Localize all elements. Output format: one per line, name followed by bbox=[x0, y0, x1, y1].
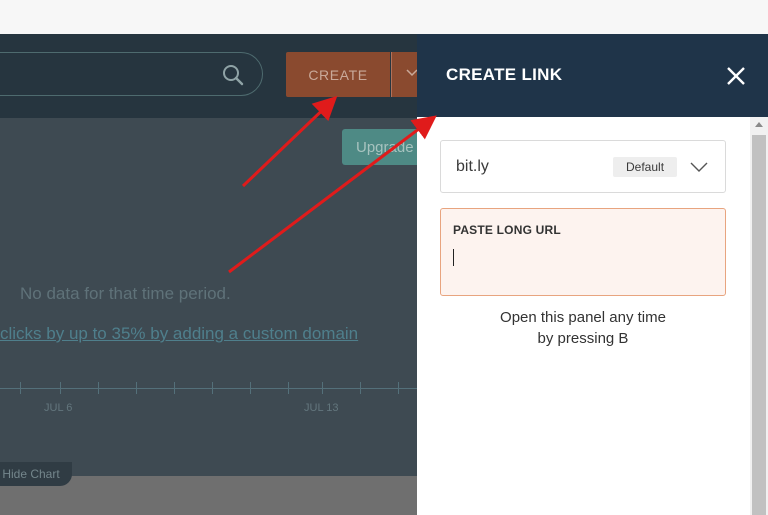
panel-title: CREATE LINK bbox=[446, 65, 563, 84]
axis-tick bbox=[212, 382, 213, 394]
domain-value: bit.ly bbox=[456, 158, 489, 175]
create-link-panel: CREATE LINK bit.ly Default PASTE LONG UR… bbox=[417, 34, 768, 515]
no-data-message: No data for that time period. bbox=[20, 284, 231, 303]
chart-axis bbox=[0, 388, 417, 389]
keyboard-hint: Open this panel any time by pressing B bbox=[440, 307, 726, 349]
create-dropdown-toggle[interactable] bbox=[391, 52, 417, 97]
axis-tick bbox=[288, 382, 289, 394]
custom-domain-link[interactable]: clicks by up to 35% by adding a custom d… bbox=[0, 324, 358, 344]
axis-label: JUL 13 bbox=[304, 402, 339, 414]
panel-header: CREATE LINK bbox=[417, 34, 768, 117]
dashboard-header: CREATE bbox=[0, 34, 417, 118]
default-badge: Default bbox=[613, 157, 678, 177]
long-url-input[interactable] bbox=[452, 243, 718, 275]
search-bar[interactable] bbox=[0, 52, 263, 96]
axis-tick bbox=[174, 382, 175, 394]
long-url-field[interactable]: PASTE LONG URL bbox=[440, 208, 726, 296]
search-icon[interactable] bbox=[222, 64, 244, 86]
browser-top-strip bbox=[0, 0, 768, 35]
upgrade-button[interactable]: Upgrade bbox=[342, 129, 417, 165]
axis-tick bbox=[98, 382, 99, 394]
text-cursor bbox=[453, 249, 454, 266]
hide-chart-button[interactable]: Hide Chart bbox=[0, 462, 72, 486]
axis-tick bbox=[360, 382, 361, 394]
hint-line: Open this panel any time bbox=[500, 309, 666, 326]
chevron-down-icon[interactable] bbox=[690, 162, 708, 173]
axis-tick bbox=[250, 382, 251, 394]
axis-tick bbox=[398, 382, 399, 394]
axis-tick bbox=[60, 382, 61, 394]
hint-line: by pressing B bbox=[537, 330, 629, 347]
long-url-label: PASTE LONG URL bbox=[453, 223, 561, 237]
chevron-down-icon bbox=[406, 69, 417, 77]
create-button[interactable]: CREATE bbox=[286, 52, 390, 97]
panel-scrollbar[interactable] bbox=[750, 117, 768, 515]
axis-tick bbox=[136, 382, 137, 394]
scrollbar-thumb[interactable] bbox=[752, 135, 766, 515]
domain-select[interactable]: bit.ly Default bbox=[440, 140, 726, 193]
dashboard-background: CREATE Upgrade No data for that time per… bbox=[0, 34, 417, 515]
scroll-up-arrow-icon[interactable] bbox=[755, 122, 763, 127]
axis-tick bbox=[20, 382, 21, 394]
close-icon[interactable] bbox=[724, 64, 748, 88]
axis-label: JUL 6 bbox=[44, 402, 73, 414]
axis-tick bbox=[322, 382, 323, 394]
